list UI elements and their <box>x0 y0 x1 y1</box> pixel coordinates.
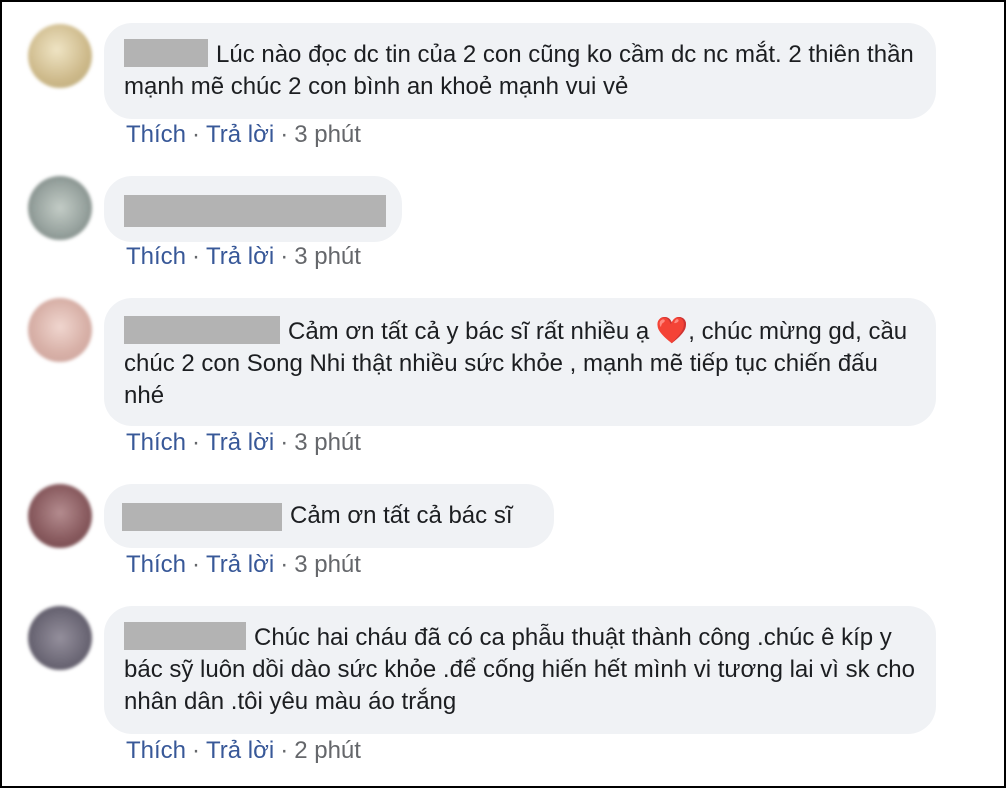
like-link[interactable]: Thích <box>126 429 186 456</box>
avatar[interactable] <box>28 606 92 670</box>
comment-actions: Thích · Trả lời · 3 phút <box>126 551 361 579</box>
comment-timestamp[interactable]: 3 phút <box>294 243 361 270</box>
like-link[interactable]: Thích <box>126 737 186 764</box>
comment-actions: Thích · Trả lời · 3 phút <box>126 121 361 149</box>
comment-timestamp[interactable]: 3 phút <box>294 429 361 456</box>
comment-timestamp[interactable]: 3 phút <box>294 551 361 578</box>
comment-actions: Thích · Trả lời · 3 phút <box>126 429 361 457</box>
comment-text: Lúc nào đọc dc tin của 2 con cũng ko cầm… <box>124 41 914 100</box>
comment-bubble: Lúc nào đọc dc tin của 2 con cũng ko cầm… <box>104 23 936 119</box>
comment-timestamp[interactable]: 2 phút <box>294 737 361 764</box>
comment-actions: Thích · Trả lời · 2 phút <box>126 737 361 765</box>
reply-link[interactable]: Trả lời <box>206 121 274 148</box>
redacted-author-name[interactable] <box>124 621 246 650</box>
comment-bubble: Cảm ơn tất cả y bác sĩ rất nhiều ạ ❤️, c… <box>104 298 936 426</box>
comment-bubble <box>104 176 402 242</box>
separator-dot: · <box>280 551 289 578</box>
separator-dot: · <box>192 121 201 148</box>
comment-text: Cảm ơn tất cả bác sĩ <box>290 502 513 529</box>
separator-dot: · <box>280 121 289 148</box>
avatar[interactable] <box>28 24 92 88</box>
separator-dot: · <box>192 737 201 764</box>
reply-link[interactable]: Trả lời <box>206 551 274 578</box>
separator-dot: · <box>280 243 289 270</box>
comment-actions: Thích · Trả lời · 3 phút <box>126 243 361 271</box>
separator-dot: · <box>192 243 201 270</box>
heart-icon: ❤️ <box>655 315 689 345</box>
separator-dot: · <box>280 737 289 764</box>
separator-dot: · <box>280 429 289 456</box>
avatar[interactable] <box>28 176 92 240</box>
redacted-author-name[interactable] <box>124 315 280 344</box>
separator-dot: · <box>192 551 201 578</box>
redacted-comment-content <box>124 194 386 227</box>
reply-link[interactable]: Trả lời <box>206 243 274 270</box>
reply-link[interactable]: Trả lời <box>206 737 274 764</box>
avatar[interactable] <box>28 298 92 362</box>
like-link[interactable]: Thích <box>126 121 186 148</box>
comment-timestamp[interactable]: 3 phút <box>294 121 361 148</box>
reply-link[interactable]: Trả lời <box>206 429 274 456</box>
comment-bubble: Cảm ơn tất cả bác sĩ <box>104 484 554 548</box>
like-link[interactable]: Thích <box>126 243 186 270</box>
redacted-author-name[interactable] <box>122 502 282 531</box>
avatar[interactable] <box>28 484 92 548</box>
like-link[interactable]: Thích <box>126 551 186 578</box>
redacted-author-name[interactable] <box>124 38 208 67</box>
separator-dot: · <box>192 429 201 456</box>
comment-text-part1: Cảm ơn tất cả y bác sĩ rất nhiều ạ <box>288 318 650 345</box>
comment-bubble: Chúc hai cháu đã có ca phẫu thuật thành … <box>104 606 936 734</box>
